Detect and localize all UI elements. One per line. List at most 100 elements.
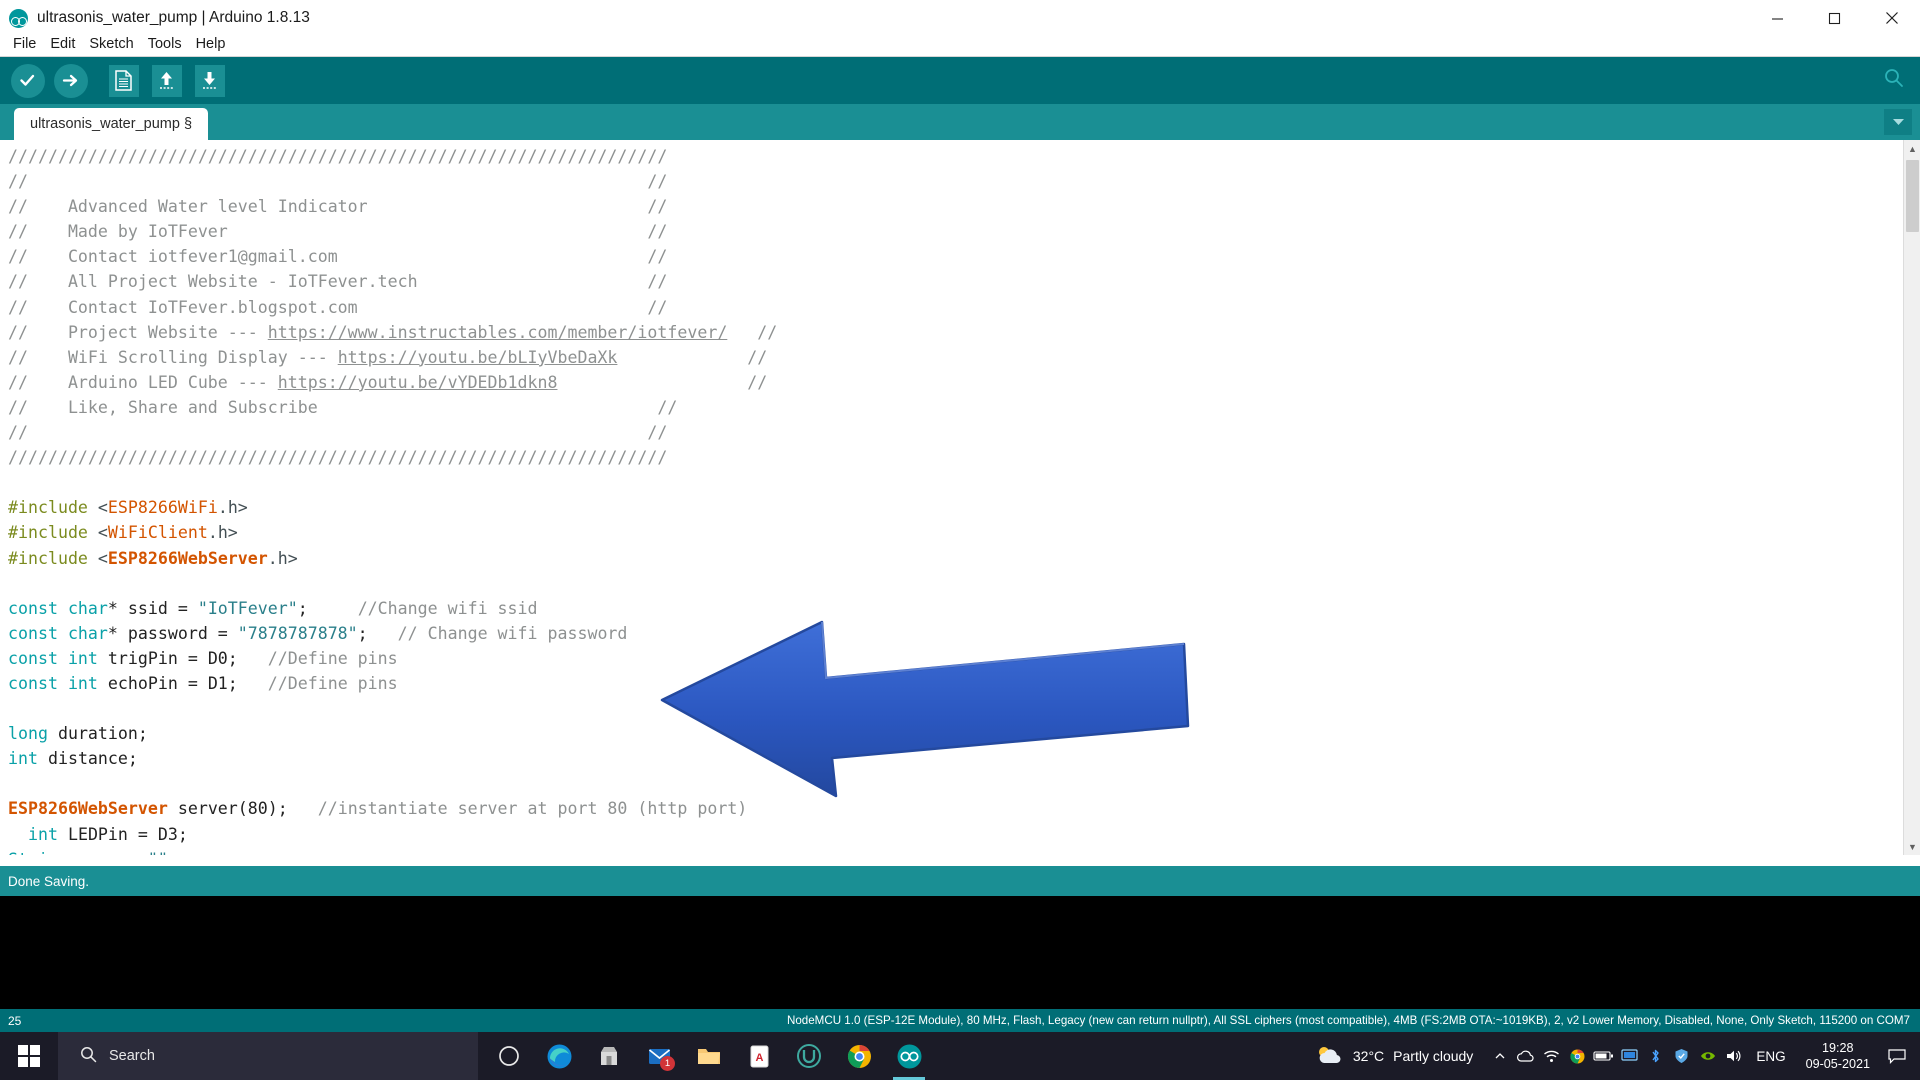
code-token: // bbox=[617, 347, 768, 367]
weather-widget[interactable]: 32°C Partly cloudy bbox=[1300, 1043, 1487, 1070]
edge-browser-icon[interactable] bbox=[534, 1032, 584, 1080]
bluetooth-icon[interactable] bbox=[1643, 1032, 1668, 1080]
weather-temperature: 32°C bbox=[1352, 1048, 1385, 1064]
code-token: // WiFi Scrolling Display --- bbox=[8, 347, 338, 367]
code-line: // // bbox=[8, 169, 777, 194]
new-sketch-button[interactable] bbox=[102, 59, 145, 102]
code-token: https://youtu.be/vYDEDb1dkn8 bbox=[277, 372, 558, 392]
nvidia-tray-icon[interactable] bbox=[1695, 1032, 1720, 1080]
arrow-right-upload-icon bbox=[53, 63, 88, 98]
code-line: long duration; bbox=[8, 721, 777, 746]
rufus-icon[interactable] bbox=[784, 1032, 834, 1080]
battery-icon[interactable] bbox=[1591, 1032, 1616, 1080]
code-line: int LEDPin = D3; bbox=[8, 822, 777, 847]
menu-item-edit[interactable]: Edit bbox=[43, 34, 82, 54]
code-token: // bbox=[557, 372, 768, 392]
code-line: // All Project Website - IoTFever.tech /… bbox=[8, 269, 777, 294]
shield-security-icon[interactable] bbox=[1669, 1032, 1694, 1080]
tab-menu-button[interactable] bbox=[1884, 109, 1912, 135]
adobe-acrobat-icon[interactable]: A bbox=[734, 1032, 784, 1080]
menu-item-help[interactable]: Help bbox=[189, 34, 233, 54]
code-token: // Arduino LED Cube --- bbox=[8, 372, 278, 392]
scroll-down-arrow-icon[interactable]: ▼ bbox=[1904, 838, 1920, 855]
search-input[interactable]: Search bbox=[58, 1032, 478, 1080]
code-token: ESP8266WebServer bbox=[8, 799, 168, 819]
code-line: const int trigPin = D0; //Define pins bbox=[8, 646, 777, 671]
tab-ultrasonis-water-pump[interactable]: ultrasonis_water_pump § bbox=[14, 108, 209, 140]
code-token: "7878787878" bbox=[237, 623, 358, 643]
language-indicator[interactable]: ENG bbox=[1746, 1049, 1795, 1064]
scroll-up-arrow-icon[interactable]: ▲ bbox=[1904, 140, 1920, 157]
code-token: server(80); bbox=[167, 799, 318, 819]
verify-button[interactable] bbox=[6, 59, 49, 102]
code-token: ////////////////////////////////////////… bbox=[8, 147, 668, 166]
code-line: // Contact iotfever1@gmail.com // bbox=[8, 244, 777, 269]
system-tray: 32°C Partly cloudy ENG 19:28 09-05-2021 bbox=[1300, 1032, 1920, 1080]
code-token: https://youtu.be/bLIyVbeDaXk bbox=[337, 347, 618, 367]
wifi-signal-icon[interactable] bbox=[1539, 1032, 1564, 1080]
code-token: int bbox=[27, 824, 58, 844]
code-token: const char bbox=[8, 598, 108, 618]
upload-button[interactable] bbox=[49, 59, 92, 102]
code-token: //instantiate server at port 80 (http po… bbox=[317, 799, 748, 819]
clock-date: 09-05-2021 bbox=[1805, 1057, 1870, 1071]
bottom-info-bar: 25 NodeMCU 1.0 (ESP-12E Module), 80 MHz,… bbox=[0, 1009, 1920, 1032]
code-token: duration; bbox=[47, 724, 148, 744]
code-token: //Change wifi ssid bbox=[357, 598, 538, 618]
title-bar-left: ultrasonis_water_pump | Arduino 1.8.13 bbox=[0, 8, 310, 28]
menu-item-file[interactable]: File bbox=[6, 34, 43, 54]
monitor-display-icon[interactable] bbox=[1617, 1032, 1642, 1080]
code-token: // Made by IoTFever // bbox=[8, 222, 668, 242]
editor-scrollbar[interactable]: ▲ ▼ bbox=[1903, 140, 1920, 855]
code-token: // Like, Share and Subscribe // bbox=[8, 397, 678, 417]
code-line: ////////////////////////////////////////… bbox=[8, 144, 777, 169]
arduino-ide-window: ultrasonis_water_pump | Arduino 1.8.13 F… bbox=[0, 0, 1920, 1080]
code-line: String page = ""; bbox=[8, 847, 777, 855]
code-token: trigPin = D0; bbox=[97, 648, 268, 668]
partly-cloudy-icon bbox=[1314, 1043, 1344, 1070]
serial-monitor-button[interactable] bbox=[1868, 67, 1920, 94]
search-placeholder-text: Search bbox=[109, 1048, 155, 1064]
clock-widget[interactable]: 19:28 09-05-2021 bbox=[1796, 1040, 1880, 1072]
code-token: distance; bbox=[37, 749, 138, 769]
console-output-panel[interactable] bbox=[0, 896, 1920, 1016]
mail-badge-count: 1 bbox=[660, 1056, 675, 1071]
tray-icon-group bbox=[1487, 1032, 1746, 1080]
windows-start-icon[interactable] bbox=[0, 1032, 58, 1080]
code-token: * ssid = bbox=[107, 598, 198, 618]
file-explorer-icon[interactable] bbox=[684, 1032, 734, 1080]
code-token: // Project Website --- bbox=[8, 322, 268, 342]
arduino-ide-icon[interactable] bbox=[884, 1032, 934, 1080]
board-info-text: NodeMCU 1.0 (ESP-12E Module), 80 MHz, Fl… bbox=[786, 1014, 1910, 1027]
task-view-icon[interactable] bbox=[484, 1032, 534, 1080]
notification-center-icon[interactable] bbox=[1880, 1032, 1914, 1080]
code-token: .h> bbox=[217, 498, 248, 518]
microsoft-store-icon[interactable] bbox=[584, 1032, 634, 1080]
onedrive-icon[interactable] bbox=[1513, 1032, 1538, 1080]
code-line: const char* ssid = "IoTFever"; //Change … bbox=[8, 596, 777, 621]
chevron-up-show-hidden-icon[interactable] bbox=[1487, 1032, 1512, 1080]
scrollbar-thumb[interactable] bbox=[1906, 160, 1919, 232]
code-token: const int bbox=[8, 673, 98, 693]
menu-item-tools[interactable]: Tools bbox=[141, 34, 189, 54]
tab-strip: ultrasonis_water_pump § bbox=[0, 104, 1920, 140]
code-editor[interactable]: ////////////////////////////////////////… bbox=[0, 140, 1920, 855]
line-number-indicator: 25 bbox=[8, 1013, 22, 1028]
new-sketch-icon bbox=[108, 64, 139, 97]
menu-item-sketch[interactable]: Sketch bbox=[82, 34, 140, 54]
chrome-browser-icon[interactable] bbox=[834, 1032, 884, 1080]
mail-icon[interactable]: 1 bbox=[634, 1032, 684, 1080]
chrome-tray-icon[interactable] bbox=[1565, 1032, 1590, 1080]
open-sketch-button[interactable] bbox=[145, 59, 188, 102]
code-token: ; bbox=[168, 850, 178, 855]
code-token: ////////////////////////////////////////… bbox=[8, 448, 668, 468]
search-icon bbox=[80, 1046, 97, 1067]
volume-speaker-icon[interactable] bbox=[1721, 1032, 1746, 1080]
save-sketch-button[interactable] bbox=[188, 59, 231, 102]
code-token: String bbox=[8, 850, 68, 855]
code-token: // bbox=[727, 322, 778, 342]
tab-label: ultrasonis_water_pump § bbox=[30, 116, 193, 132]
